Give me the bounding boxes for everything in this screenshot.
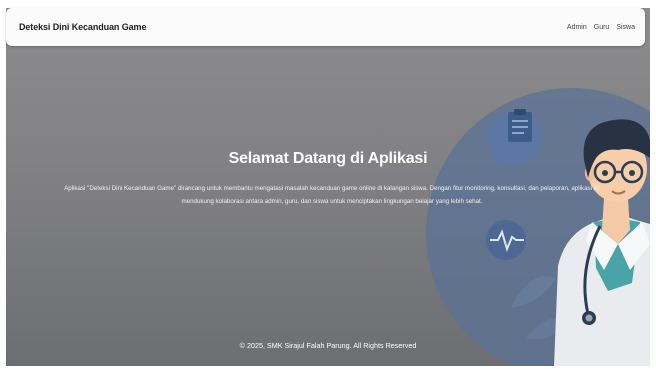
hero-description: Aplikasi "Deteksi Dini Kecanduan Game" d… <box>64 185 600 205</box>
nav-links: Admin Guru Siswa <box>567 24 635 31</box>
footer-copyright: © 2025, SMK Sirajul Falah Parung. All Ri… <box>239 341 417 350</box>
brand-title[interactable]: Deteksi Dini Kecanduan Game <box>19 22 146 32</box>
top-navbar: Deteksi Dini Kecanduan Game Admin Guru S… <box>6 8 645 46</box>
hero-title: Selamat Datang di Aplikasi <box>228 150 428 167</box>
nav-link-siswa[interactable]: Siswa <box>616 24 635 31</box>
heartbeat-icon <box>486 220 526 260</box>
nav-link-guru[interactable]: Guru <box>594 24 610 31</box>
nav-link-admin[interactable]: Admin <box>567 24 587 31</box>
